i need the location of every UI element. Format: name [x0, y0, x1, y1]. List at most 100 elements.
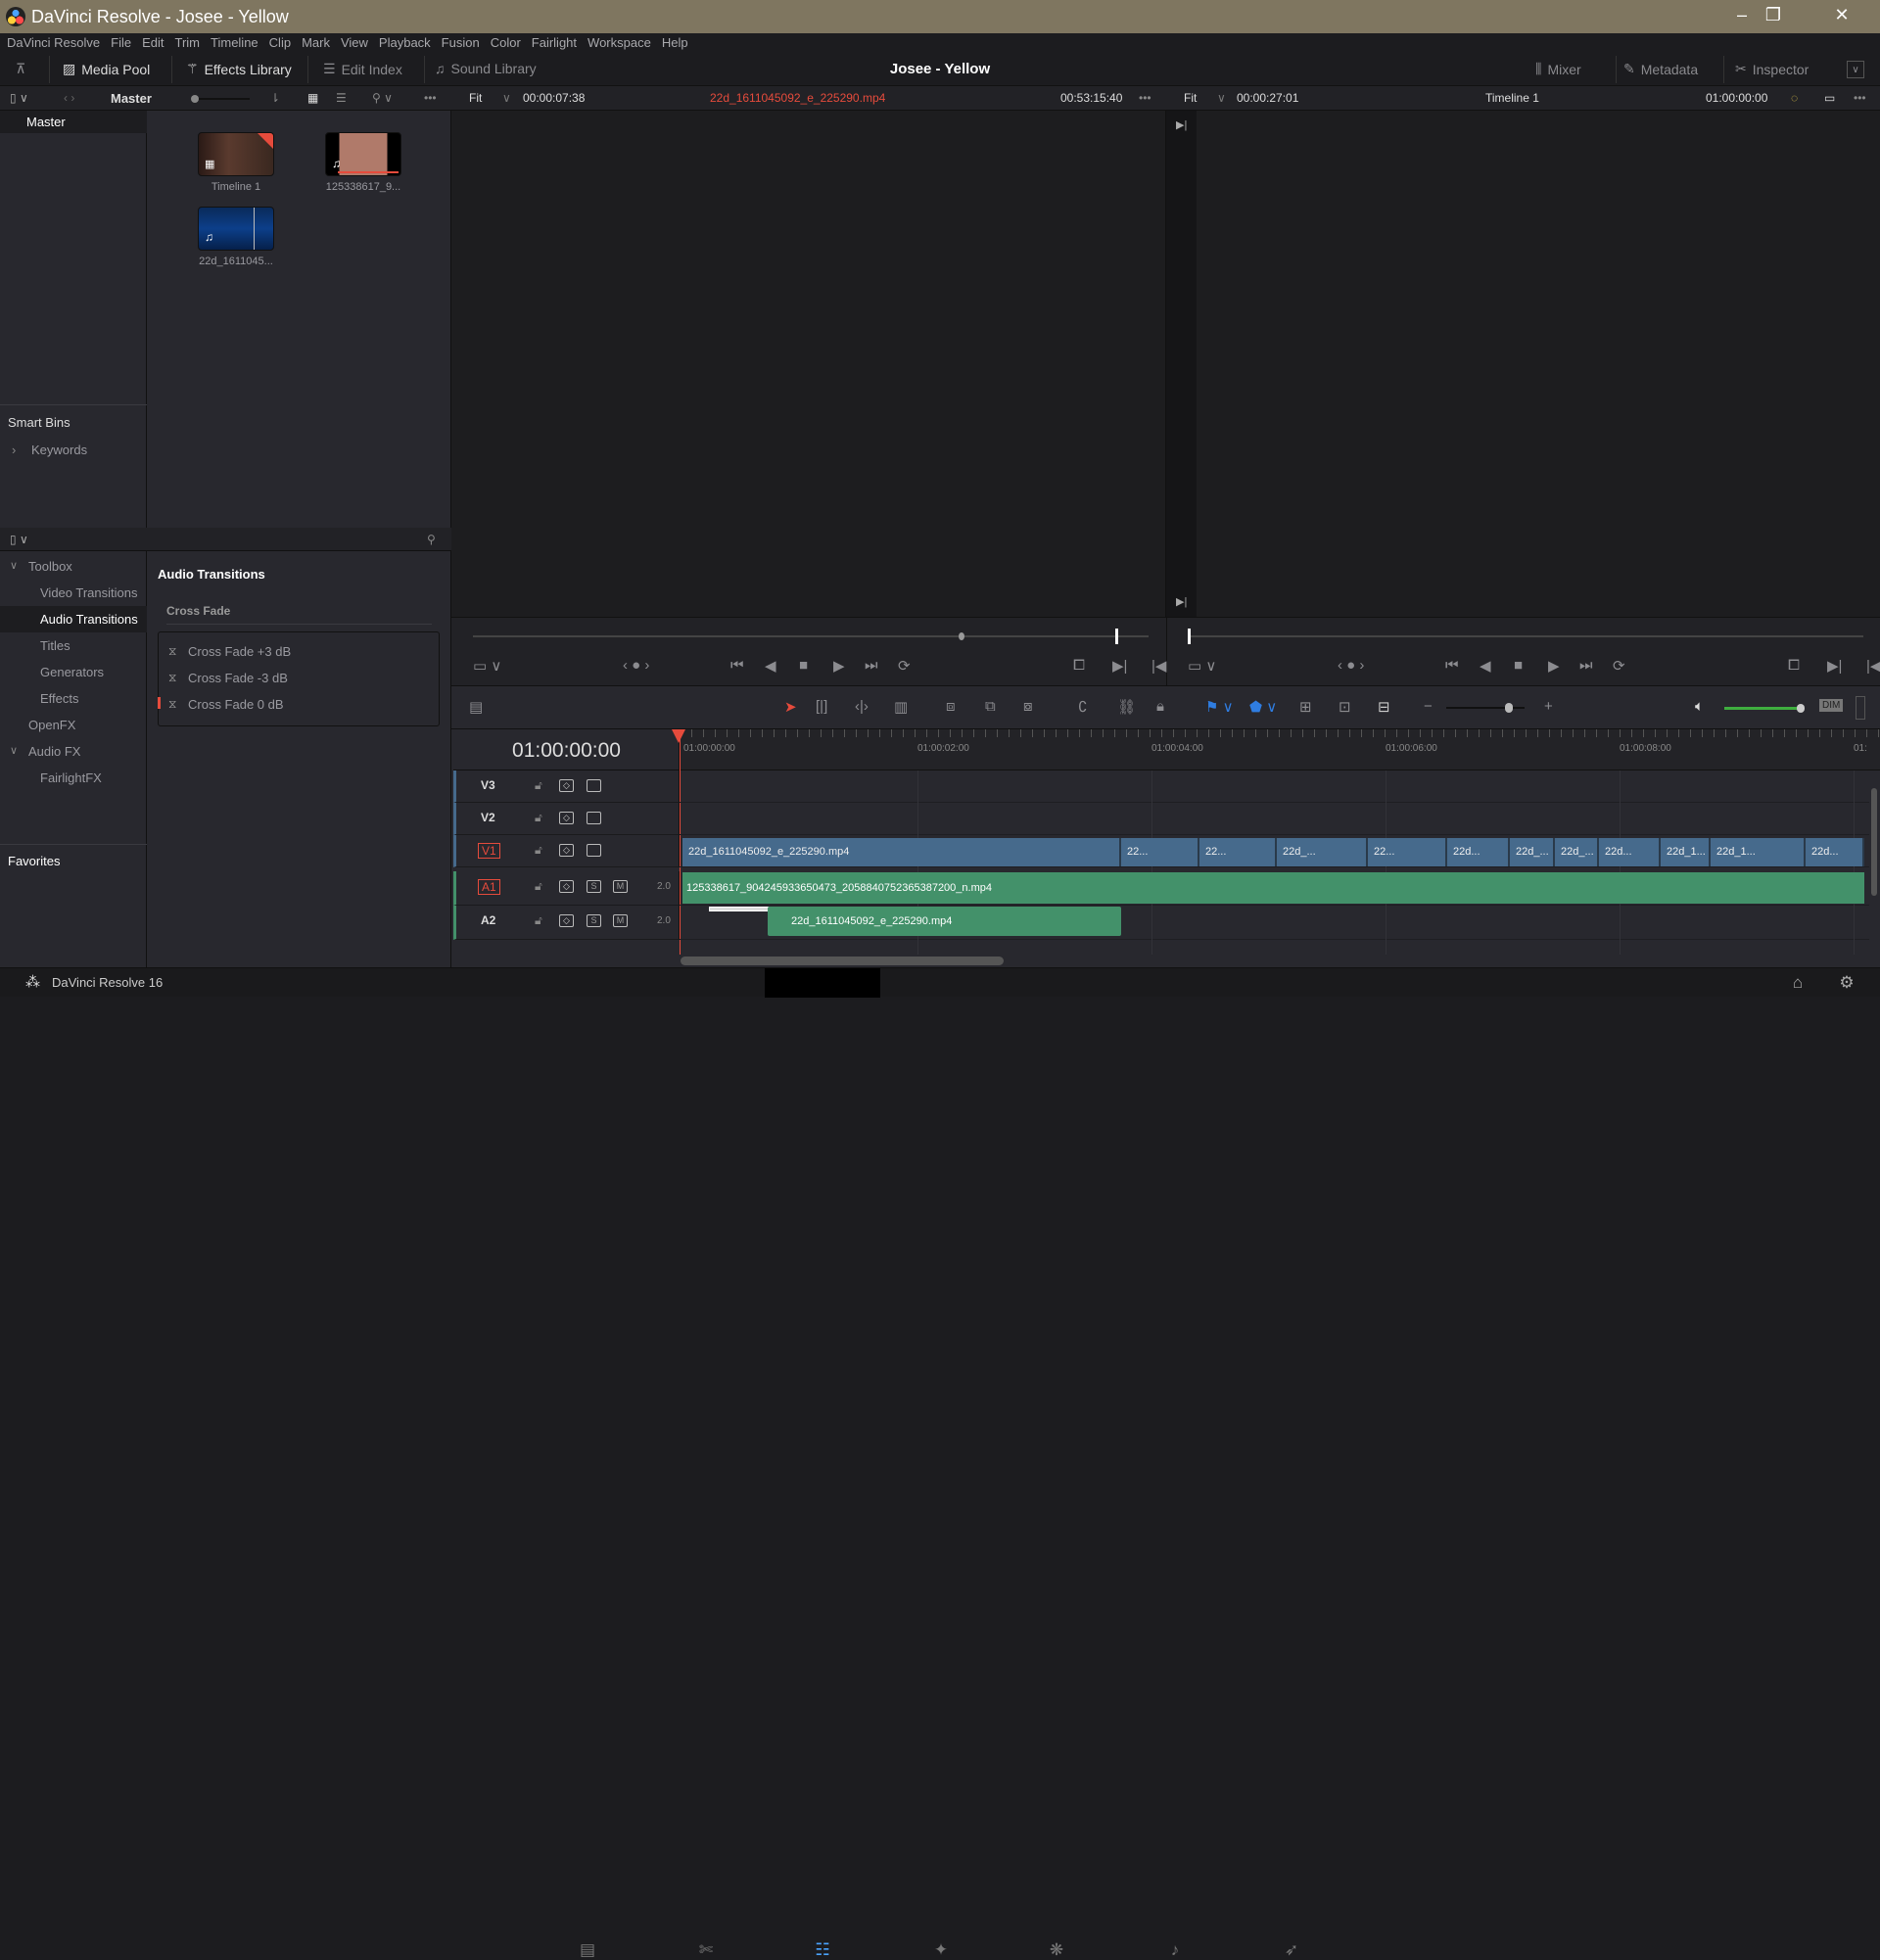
transport-match-frame-icon[interactable]: ⧠ [1788, 657, 1800, 674]
transport-loop-icon[interactable]: ⟳ [1613, 657, 1625, 675]
chevron-down-icon[interactable]: ∨ [10, 738, 18, 765]
track-name[interactable]: A2 [478, 913, 498, 927]
tree-item[interactable]: Audio FX [0, 738, 147, 765]
video-clip[interactable]: 22d_1... [1661, 838, 1711, 866]
mixer-button[interactable]: ⫼ Mixer [1535, 61, 1581, 77]
transport-jog-icon[interactable]: ‹ ● › [623, 657, 649, 674]
timeline-viewer[interactable]: ▶| ▶| [1166, 111, 1880, 617]
timeline-name-select[interactable]: Timeline 1 [1485, 91, 1539, 105]
menu-color[interactable]: Color [491, 33, 521, 52]
track-name[interactable]: V3 [478, 778, 498, 792]
insert-clip-icon[interactable]: ⧈ [946, 698, 956, 715]
trim-tool-icon[interactable]: [|] [816, 698, 827, 715]
time-ruler[interactable]: 01:00:00:00 01:00:02:00 01:00:04:00 01:00:0… [672, 729, 1880, 770]
transport-viewer-layout-icon[interactable]: ▭ ∨ [1188, 657, 1216, 675]
inspector-button[interactable]: ✂ Inspector [1735, 61, 1809, 77]
tree-item[interactable]: Audio Transitions [0, 606, 147, 632]
link-icon[interactable]: ⛓ [1117, 698, 1136, 716]
tree-item[interactable]: Effects [0, 685, 147, 712]
horizontal-scrollbar[interactable] [681, 957, 1004, 965]
vertical-scrollbar[interactable] [1871, 788, 1877, 896]
color-wheel-icon[interactable]: ◌ [1791, 91, 1798, 105]
menu-workspace[interactable]: Workspace [588, 33, 651, 52]
timeline-view-options-icon[interactable]: ▤ [469, 698, 483, 716]
maximize-button[interactable]: ❐ [1759, 5, 1788, 25]
speaker-icon[interactable]: 🔈︎ [1695, 698, 1704, 715]
transport-go-to-end-icon[interactable]: ⏭ [1579, 657, 1593, 674]
menu-fairlight[interactable]: Fairlight [532, 33, 577, 52]
lock-icon[interactable]: 🔓︎ [535, 811, 542, 825]
viewer-mode-icon[interactable]: ▭ [1824, 91, 1835, 105]
expand-chevron-icon[interactable]: ∨ [1847, 61, 1864, 78]
lock-icon[interactable]: 🔓︎ [535, 913, 542, 928]
menu-mark[interactable]: Mark [302, 33, 330, 52]
tree-item[interactable]: FairlightFX [0, 765, 147, 791]
timeline-playhead[interactable] [1188, 629, 1191, 644]
more-options-icon[interactable]: ••• [424, 91, 437, 105]
transport-viewer-layout-icon[interactable]: ▭ ∨ [473, 657, 501, 675]
zoom-out-icon[interactable]: − [1424, 698, 1433, 715]
menu-davinci-resolve[interactable]: DaVinci Resolve [7, 33, 100, 52]
mute-button[interactable]: M [613, 880, 628, 893]
page-fusion-icon[interactable]: ✦ [926, 1940, 956, 1960]
lock-icon[interactable]: 🔓︎ [535, 879, 542, 894]
selection-tool-icon[interactable]: ➤ [784, 698, 797, 716]
auto-select-icon[interactable]: ◇ [559, 914, 574, 927]
overwrite-clip-icon[interactable]: ⧉ [985, 698, 996, 715]
effect-item[interactable]: Cross Fade 0 dB [188, 697, 284, 712]
audio-clip[interactable]: 125338617_904245933650473_20588407523653… [682, 872, 1864, 904]
video-clip[interactable]: 22d_... [1555, 838, 1599, 866]
video-clip[interactable]: 22d_... [1277, 838, 1368, 866]
video-clip[interactable]: 22... [1121, 838, 1199, 866]
transport-play-icon[interactable]: ▶ [1548, 657, 1560, 675]
tree-item[interactable]: Toolbox [0, 553, 147, 580]
source-playhead[interactable] [1114, 629, 1118, 644]
volume-slider[interactable] [1724, 704, 1805, 713]
track-header[interactable]: A2 🔓︎ ◇ S M 2.0 [453, 906, 680, 940]
search-icon[interactable]: ⚲ ∨ [372, 91, 393, 105]
source-zoom-select[interactable]: Fit [469, 91, 482, 105]
video-clip[interactable]: 22d... [1447, 838, 1510, 866]
audio-clip[interactable]: 22d_1611045092_e_225290.mp4 [768, 907, 1121, 936]
transport-loop-icon[interactable]: ⟳ [898, 657, 911, 675]
mute-button[interactable]: M [613, 914, 628, 927]
home-icon[interactable]: ⌂ [1783, 973, 1812, 993]
smart-bin-keywords[interactable]: Keywords [31, 443, 87, 457]
media-clip[interactable]: ▦ Timeline 1 [198, 132, 290, 193]
effect-item[interactable]: Cross Fade +3 dB [188, 644, 291, 659]
zoom-full-icon[interactable]: ⊞ [1299, 698, 1312, 716]
track-name[interactable]: V1 [478, 843, 500, 859]
video-clip[interactable]: 22d_1611045092_e_225290.mp4 [682, 838, 1121, 866]
page-cut-icon[interactable]: ✄ [691, 1940, 721, 1960]
marker-icon[interactable]: ⬟ ∨ [1249, 698, 1277, 716]
transport-play-reverse-icon[interactable]: ◀ [1480, 657, 1491, 675]
page-deliver-icon[interactable]: ➶ [1277, 1940, 1306, 1960]
timeline-scrubber[interactable] [1188, 629, 1863, 644]
settings-gear-icon[interactable]: ⚙ [1832, 973, 1861, 993]
transport-stop-icon[interactable]: ■ [799, 657, 808, 674]
jog-handle[interactable] [959, 632, 964, 640]
menu-view[interactable]: View [341, 33, 368, 52]
page-edit-icon[interactable]: ☷ [808, 1940, 837, 1960]
auto-select-icon[interactable]: ◇ [559, 880, 574, 893]
chevron-down-icon[interactable]: ∨ [1217, 91, 1226, 105]
lock-icon[interactable]: 🔓︎ [535, 778, 542, 793]
tree-item[interactable]: Video Transitions [0, 580, 147, 606]
go-to-end-icon[interactable]: ▶| [1176, 595, 1187, 608]
transport-match-frame-icon[interactable]: ⧠ [1073, 657, 1085, 674]
sidebar-toggle-icon[interactable]: ▯ ∨ [10, 91, 28, 105]
menu-edit[interactable]: Edit [142, 33, 164, 52]
video-clip[interactable]: 22d_1... [1711, 838, 1806, 866]
tree-item[interactable]: OpenFX [0, 712, 147, 738]
dim-button[interactable]: DIM [1819, 699, 1844, 712]
lock-icon[interactable]: 🔒︎ [1156, 698, 1164, 715]
track-name[interactable]: A1 [478, 879, 500, 895]
tree-item[interactable]: Generators [0, 659, 147, 685]
menu-trim[interactable]: Trim [175, 33, 201, 52]
media-clip[interactable]: ♫ 22d_1611045... [198, 207, 290, 267]
dynamic-trim-icon[interactable]: ‹|› [855, 698, 869, 715]
track-header[interactable]: V1 🔓︎ ◇ [453, 835, 680, 867]
disable-track-icon[interactable] [587, 844, 601, 857]
effect-item[interactable]: Cross Fade -3 dB [188, 671, 288, 685]
replace-clip-icon[interactable]: ⧇ [1023, 698, 1033, 715]
